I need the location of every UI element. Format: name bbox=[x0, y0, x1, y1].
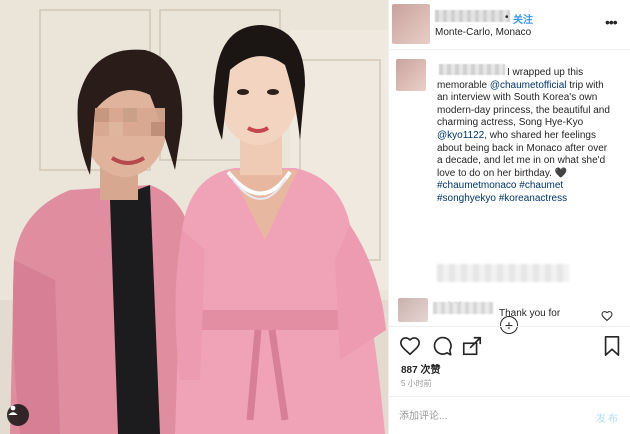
photo-illustration bbox=[0, 0, 388, 434]
mention-kyo1122[interactable]: @kyo1122 bbox=[437, 130, 484, 141]
author-avatar[interactable] bbox=[392, 4, 430, 44]
post-comment-button[interactable]: 发布 bbox=[596, 410, 620, 425]
comment-input[interactable] bbox=[399, 406, 579, 426]
commenter-username-redacted[interactable] bbox=[433, 302, 493, 314]
comment-text: Thank you for bbox=[499, 308, 561, 319]
caption-redacted-area bbox=[437, 264, 569, 282]
follow-separator: • bbox=[505, 12, 509, 23]
heart-icon[interactable] bbox=[399, 335, 421, 357]
author-username-redacted[interactable] bbox=[435, 10, 510, 22]
user-icon bbox=[8, 405, 18, 415]
post-location[interactable]: Monte-Carlo, Monaco bbox=[435, 27, 531, 38]
add-comment-bar: 发布 bbox=[389, 396, 630, 434]
post-side-panel: • 关注 Monte-Carlo, Monaco ••• I wrapped u… bbox=[388, 0, 630, 434]
more-options-icon[interactable]: ••• bbox=[605, 14, 618, 30]
comment-heart-icon[interactable] bbox=[601, 310, 613, 322]
hashtag-songhyekyo[interactable]: #songhyekyo bbox=[437, 193, 496, 204]
comment-item: Thank you for bbox=[389, 298, 630, 324]
post-caption: I wrapped up this memorable @chaumetoffi… bbox=[437, 67, 613, 206]
mention-chaumetofficial[interactable]: @chaumetofficial bbox=[490, 80, 567, 91]
bookmark-icon[interactable] bbox=[601, 335, 623, 357]
post-photo[interactable] bbox=[0, 0, 388, 434]
likes-count[interactable]: 887 次赞 bbox=[401, 361, 440, 376]
follow-button[interactable]: 关注 bbox=[513, 11, 533, 26]
hashtag-chaumetmonaco[interactable]: #chaumetmonaco bbox=[437, 180, 517, 191]
hashtag-koreanactress[interactable]: #koreanactress bbox=[499, 193, 567, 204]
tagged-users-button[interactable] bbox=[7, 404, 29, 426]
comment-icon[interactable] bbox=[431, 335, 453, 357]
hashtag-chaumet[interactable]: #chaumet bbox=[519, 180, 563, 191]
caption-section: I wrapped up this memorable @chaumetoffi… bbox=[389, 51, 630, 334]
action-bar bbox=[389, 326, 630, 362]
share-icon[interactable] bbox=[461, 335, 483, 357]
post-timestamp[interactable]: 5 小时前 bbox=[401, 378, 432, 389]
commenter-avatar[interactable] bbox=[398, 298, 428, 322]
post-header: • 关注 Monte-Carlo, Monaco ••• bbox=[389, 0, 630, 50]
caption-author-avatar[interactable] bbox=[396, 59, 426, 91]
